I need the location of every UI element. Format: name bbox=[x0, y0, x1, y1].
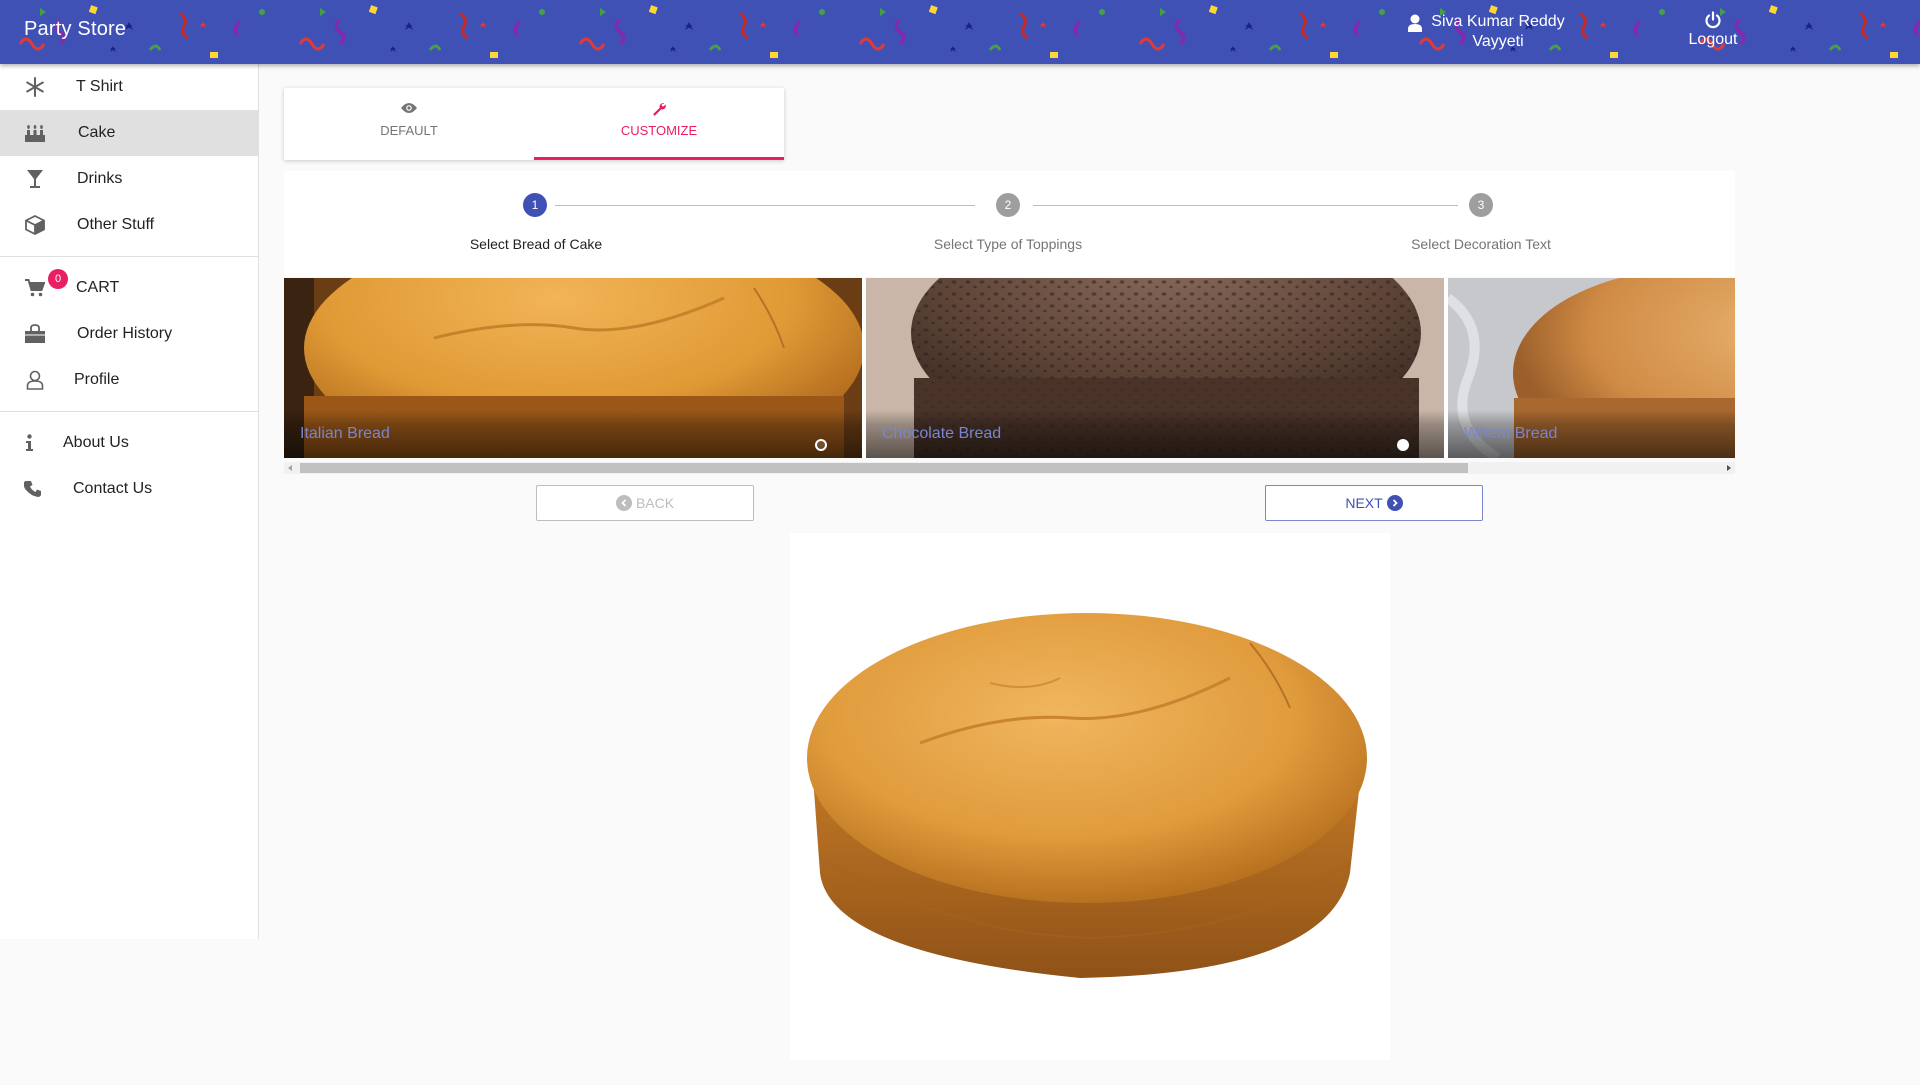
user-name: Siva Kumar Reddy Vayyeti bbox=[1431, 13, 1565, 50]
step-3-circle[interactable]: 3 bbox=[1469, 193, 1493, 217]
cart-count-badge: 0 bbox=[48, 269, 68, 289]
step-3-label: Select Decoration Text bbox=[1411, 236, 1551, 252]
sidebar-item-about-us[interactable]: About Us bbox=[0, 420, 258, 466]
bread-tile-chocolate[interactable]: Chocolate Bread bbox=[866, 278, 1444, 458]
step-connector bbox=[1033, 205, 1458, 206]
sidebar-divider bbox=[0, 411, 258, 412]
snowflake-icon bbox=[24, 77, 46, 97]
sidebar-item-order-history[interactable]: Order History bbox=[0, 311, 258, 357]
selected-bread-preview-image bbox=[807, 613, 1367, 978]
logout-label: Logout bbox=[1688, 31, 1738, 48]
tab-default[interactable]: DEFAULT bbox=[284, 88, 534, 160]
tab-customize[interactable]: CUSTOMIZE bbox=[534, 88, 784, 160]
eye-icon bbox=[401, 102, 417, 117]
step-2-label: Select Type of Toppings bbox=[933, 236, 1083, 252]
bread-tile-italian[interactable]: Italian Bread bbox=[284, 278, 862, 458]
info-icon bbox=[18, 433, 40, 453]
cocktail-glass-icon bbox=[24, 169, 46, 189]
sidebar-item-label: Profile bbox=[74, 371, 120, 388]
sidebar-item-label: Other Stuff bbox=[77, 216, 155, 233]
shopping-bag-icon bbox=[24, 324, 46, 344]
sidebar-item-cake[interactable]: Cake bbox=[0, 110, 258, 156]
step-1-circle[interactable]: 1 bbox=[523, 193, 547, 217]
back-label: BACK bbox=[635, 495, 675, 511]
back-button[interactable]: BACK bbox=[536, 485, 754, 521]
wrench-icon bbox=[652, 102, 666, 119]
sidebar-item-profile[interactable]: Profile bbox=[0, 357, 258, 403]
confetti-pattern bbox=[0, 0, 1920, 64]
tab-indicator bbox=[534, 157, 784, 160]
sidebar-item-label: Drinks bbox=[77, 170, 123, 187]
mode-tabs: DEFAULT CUSTOMIZE bbox=[284, 88, 784, 160]
next-button[interactable]: NEXT bbox=[1265, 485, 1483, 521]
chevron-left-circle-icon bbox=[615, 495, 632, 511]
sidebar-item-label: Order History bbox=[77, 325, 173, 342]
sidebar-item-t-shirt[interactable]: T Shirt bbox=[0, 64, 258, 110]
sidebar-item-label: Contact Us bbox=[73, 480, 153, 497]
stepper-panel bbox=[284, 171, 1735, 277]
brand-title[interactable]: Party Store bbox=[24, 18, 126, 41]
sidebar-item-label: About Us bbox=[63, 434, 129, 451]
bread-select-radio[interactable] bbox=[815, 439, 827, 451]
shopping-cart-icon bbox=[24, 278, 46, 298]
bread-title: Italian Bread bbox=[300, 425, 390, 442]
user-icon bbox=[1408, 14, 1422, 32]
sidebar-item-label: CART bbox=[76, 279, 120, 296]
step-connector bbox=[555, 205, 975, 206]
sidebar-item-cart[interactable]: 0 CART bbox=[0, 265, 258, 311]
user-menu[interactable]: Siva Kumar Reddy Vayyeti bbox=[1408, 12, 1568, 52]
horizontal-scrollbar[interactable] bbox=[284, 462, 1735, 474]
bread-select-radio[interactable] bbox=[1397, 439, 1409, 451]
bread-title: Chocolate Bread bbox=[882, 425, 1002, 442]
cake-preview bbox=[790, 533, 1390, 1060]
sidebar-divider bbox=[0, 256, 258, 257]
tab-label: CUSTOMIZE bbox=[620, 123, 698, 138]
scrollbar-thumb[interactable] bbox=[300, 463, 1468, 473]
sidebar-item-label: Cake bbox=[78, 124, 116, 141]
step-2-circle[interactable]: 2 bbox=[996, 193, 1020, 217]
sidebar: T Shirt Cake Drinks Other Stuff 0 CART O… bbox=[0, 64, 259, 939]
bread-tile-wheat[interactable]: Wheat Bread bbox=[1448, 278, 1735, 458]
next-label: NEXT bbox=[1345, 495, 1383, 511]
phone-icon bbox=[22, 479, 44, 499]
sidebar-item-drinks[interactable]: Drinks bbox=[0, 156, 258, 202]
sidebar-item-label: T Shirt bbox=[76, 78, 123, 95]
logout-button[interactable]: Logout bbox=[1683, 11, 1743, 49]
cube-icon bbox=[24, 215, 46, 235]
chevron-right-circle-icon bbox=[1386, 495, 1403, 511]
app-header: Party Store Siva Kumar Reddy Vayyeti Log… bbox=[0, 0, 1920, 64]
tab-label: DEFAULT bbox=[380, 123, 438, 138]
birthday-cake-icon bbox=[24, 123, 46, 143]
scroll-left-arrow[interactable] bbox=[288, 465, 292, 471]
sidebar-item-contact-us[interactable]: Contact Us bbox=[0, 466, 258, 512]
step-1-label: Select Bread of Cake bbox=[469, 236, 603, 252]
bread-grid-list: Italian Bread Chocolate Bread Wheat Brea… bbox=[284, 278, 1735, 458]
sidebar-item-other-stuff[interactable]: Other Stuff bbox=[0, 202, 258, 248]
user-outline-icon bbox=[24, 370, 46, 390]
scroll-right-arrow[interactable] bbox=[1727, 465, 1731, 471]
power-icon bbox=[1705, 11, 1721, 29]
bread-title: Wheat Bread bbox=[1464, 425, 1558, 442]
